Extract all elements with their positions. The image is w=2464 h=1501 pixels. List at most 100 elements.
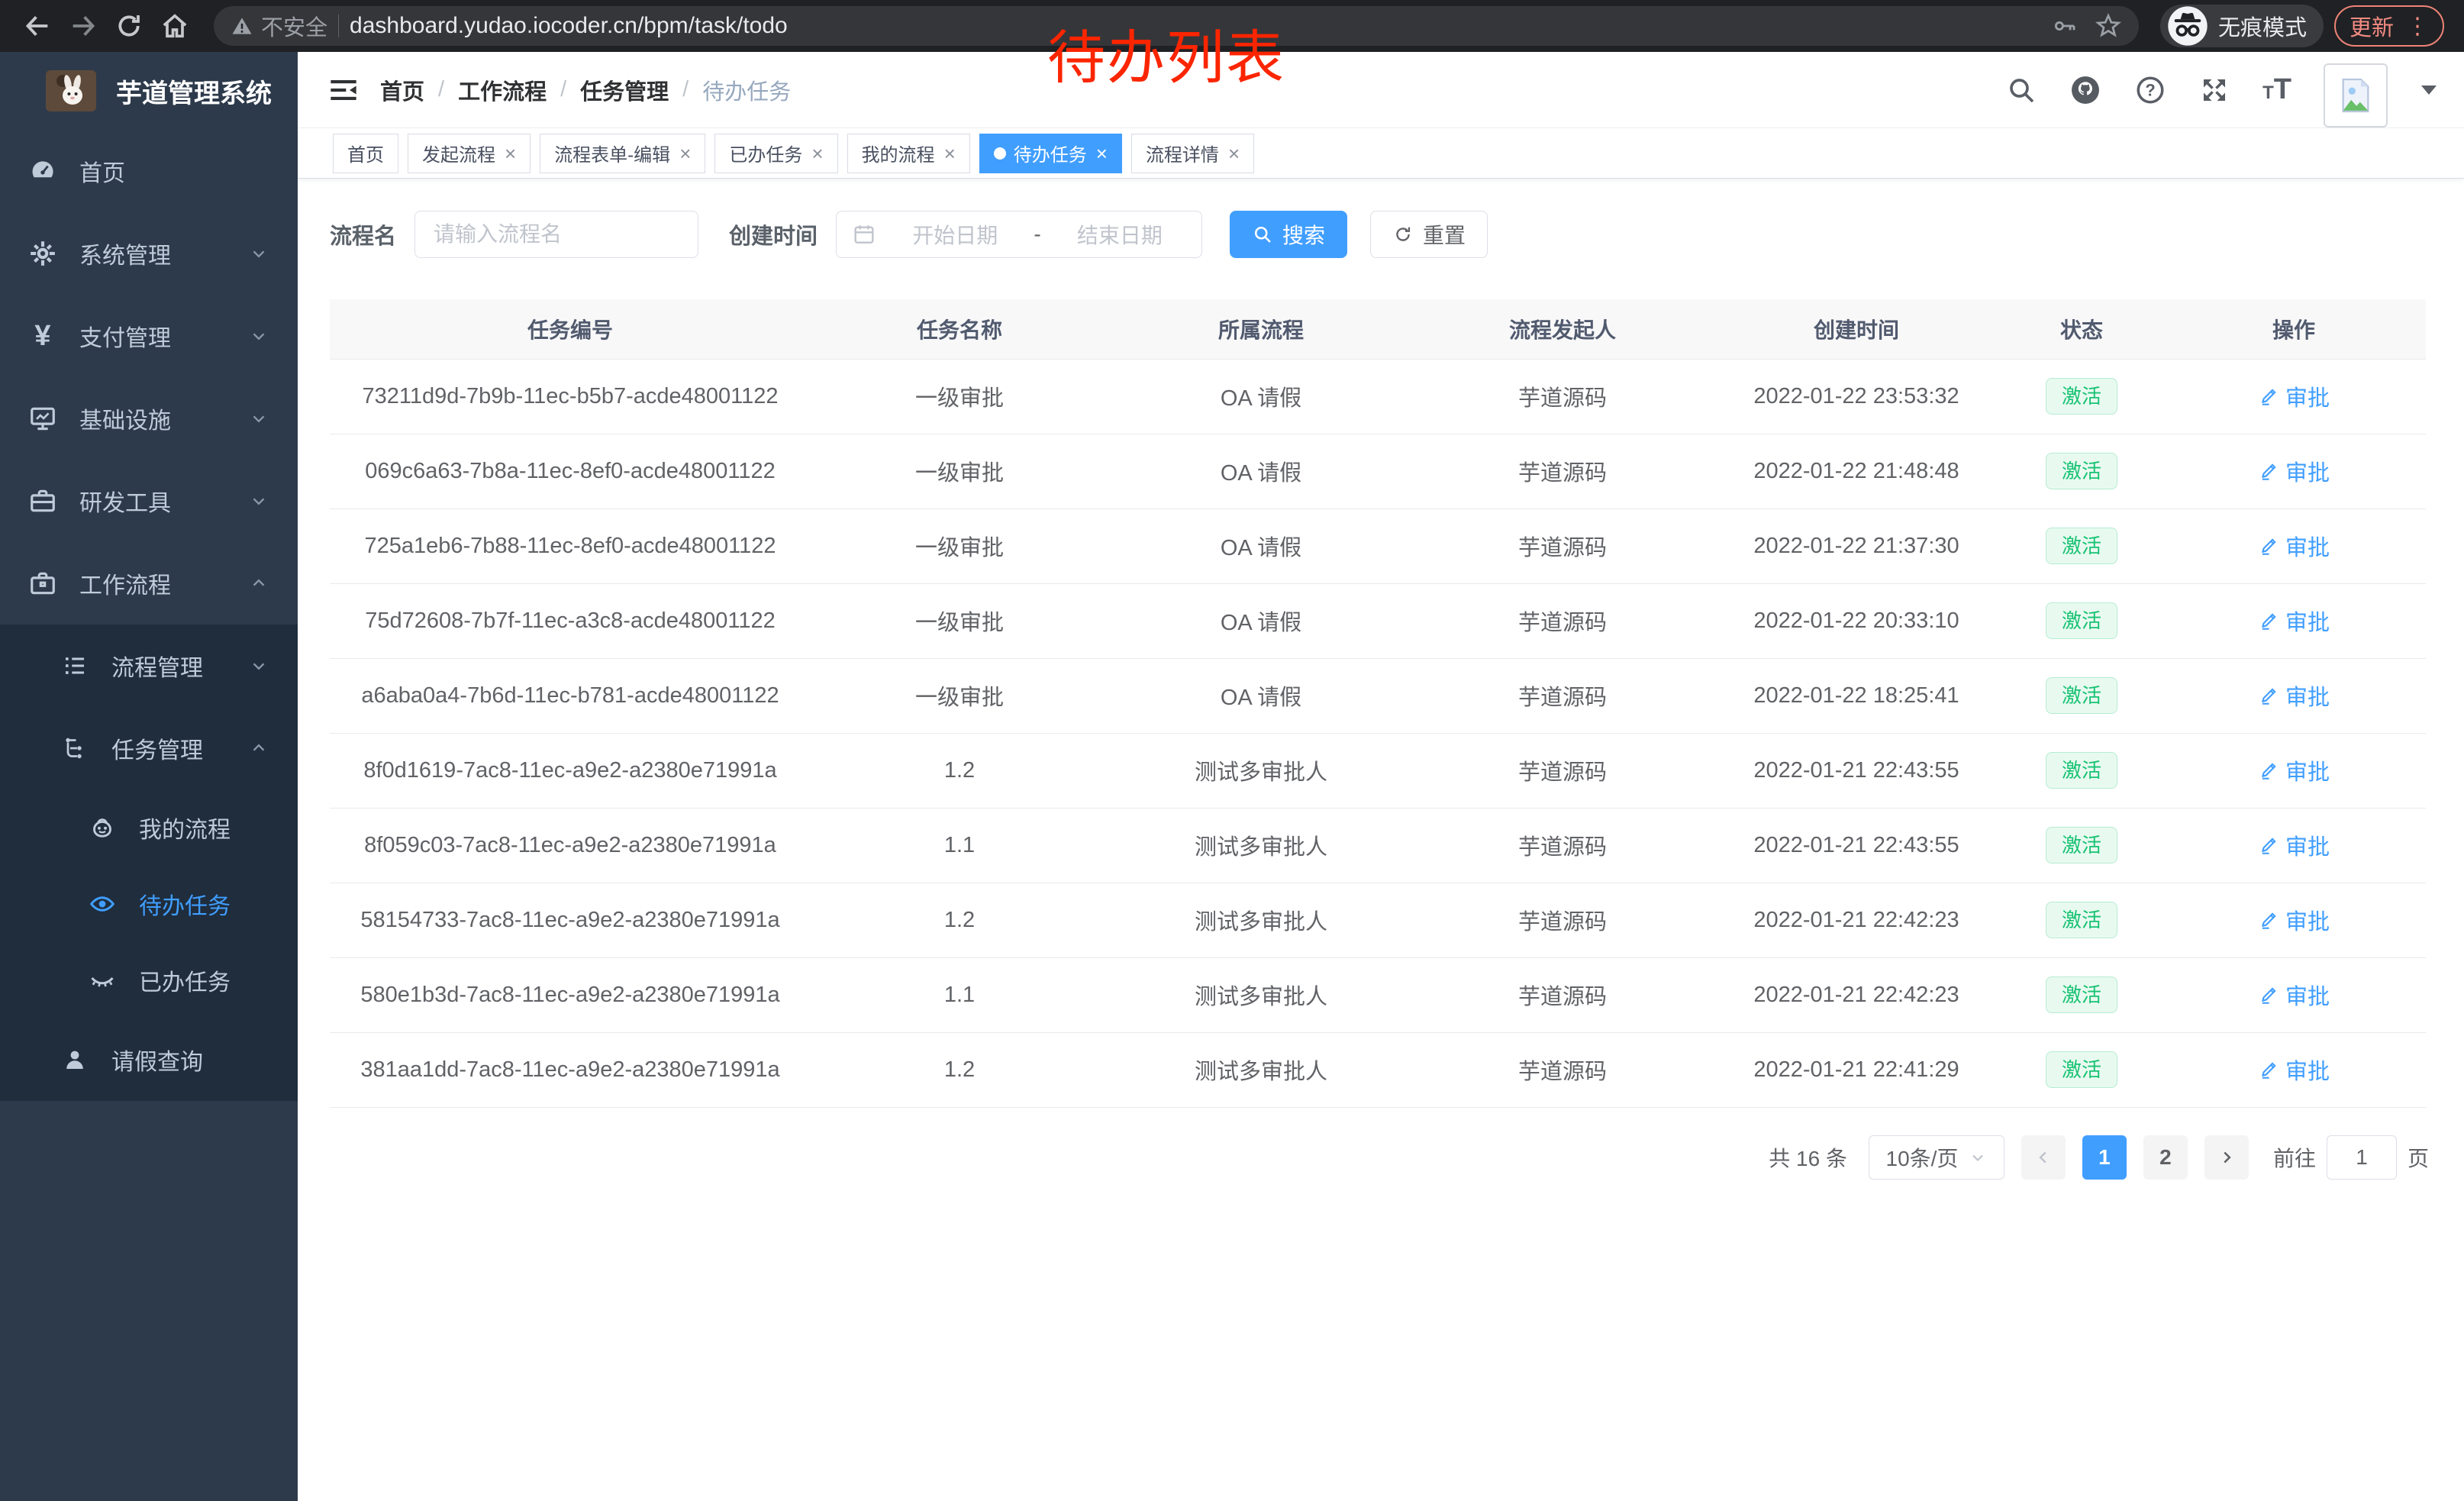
tab-process-form-edit[interactable]: 流程表单-编辑× — [540, 134, 705, 173]
bookmark-star-icon[interactable] — [2095, 12, 2122, 40]
date-range-picker[interactable]: 开始日期 - 结束日期 — [836, 211, 1202, 258]
avatar-dropdown-caret[interactable] — [2421, 86, 2437, 95]
cell-create-time: 2022-01-21 22:42:23 — [1711, 883, 2001, 957]
browser-home-icon[interactable] — [157, 8, 192, 44]
avatar[interactable] — [2324, 63, 2388, 128]
update-label[interactable]: 更新 — [2350, 10, 2394, 42]
table-row: 8f059c03-7ac8-11ec-a9e2-a2380e71991a 1.1… — [330, 808, 2426, 883]
browser-menu-icon[interactable]: ⋮ — [2406, 13, 2429, 40]
breadcrumb-home[interactable]: 首页 — [380, 74, 424, 106]
status-badge: 激活 — [2046, 752, 2117, 789]
cell-create-time: 2022-01-21 22:43:55 — [1711, 808, 2001, 883]
sidebar-item-leave-query[interactable]: 请假查询 — [0, 1018, 298, 1101]
page-button-2[interactable]: 2 — [2143, 1135, 2188, 1180]
sidebar-item-process-management[interactable]: 流程管理 — [0, 625, 298, 707]
close-icon[interactable]: × — [1096, 144, 1108, 163]
end-date-placeholder[interactable]: 结束日期 — [1053, 219, 1186, 250]
browser-reload-icon[interactable] — [111, 8, 147, 44]
tab-process-detail[interactable]: 流程详情× — [1131, 134, 1254, 173]
gear-icon — [27, 239, 58, 268]
search-button[interactable]: 搜索 — [1230, 211, 1347, 258]
tab-todo-tasks[interactable]: 待办任务× — [979, 134, 1122, 173]
help-icon[interactable]: ? — [2134, 74, 2166, 106]
incognito-badge: 无痕模式 — [2160, 5, 2324, 47]
sidebar-item-dev-tools[interactable]: 研发工具 — [0, 460, 298, 542]
approve-button[interactable]: 审批 — [2258, 1054, 2330, 1086]
sidebar-item-label: 研发工具 — [79, 484, 171, 518]
goto-page-input[interactable] — [2327, 1135, 2397, 1180]
sidebar-item-label: 我的流程 — [139, 811, 231, 844]
briefcase-icon — [27, 569, 58, 598]
sidebar-collapse-icon[interactable] — [328, 75, 359, 105]
process-name-field[interactable] — [414, 211, 698, 258]
approve-button[interactable]: 审批 — [2258, 754, 2330, 786]
sidebar-item-home[interactable]: 首页 — [0, 130, 298, 212]
status-badge: 激活 — [2046, 976, 2117, 1013]
col-status: 状态 — [2001, 299, 2162, 359]
url-text[interactable]: dashboard.yudao.iocoder.cn/bpm/task/todo — [350, 13, 2041, 39]
approve-button[interactable]: 审批 — [2258, 679, 2330, 712]
tab-start-process[interactable]: 发起流程× — [408, 134, 531, 173]
dashboard-icon — [27, 157, 58, 186]
sidebar-item-todo-tasks[interactable]: 待办任务 — [0, 866, 298, 942]
approve-button[interactable]: 审批 — [2258, 455, 2330, 487]
close-icon[interactable]: × — [679, 144, 691, 163]
tab-home[interactable]: 首页 — [333, 134, 398, 173]
cell-task-id: 381aa1dd-7ac8-11ec-a9e2-a2380e71991a — [330, 1032, 811, 1107]
key-icon[interactable] — [2052, 13, 2078, 39]
sidebar-item-task-management[interactable]: 任务管理 — [0, 707, 298, 789]
process-name-input[interactable] — [434, 222, 679, 247]
font-size-icon[interactable]: TT — [2262, 73, 2291, 106]
tab-done-tasks[interactable]: 已办任务× — [714, 134, 837, 173]
col-process: 所属流程 — [1108, 299, 1414, 359]
sidebar-item-label: 基础设施 — [79, 402, 171, 435]
start-date-placeholder[interactable]: 开始日期 — [889, 219, 1021, 250]
github-icon[interactable] — [2069, 73, 2102, 107]
pencil-icon — [2258, 535, 2279, 557]
security-warning[interactable]: 不安全 — [231, 10, 327, 42]
next-page-button[interactable] — [2204, 1135, 2249, 1180]
sidebar-item-payment-management[interactable]: ¥ 支付管理 — [0, 295, 298, 377]
breadcrumb-workflow[interactable]: 工作流程 — [458, 74, 547, 106]
fullscreen-icon[interactable] — [2198, 74, 2230, 106]
page-button-1[interactable]: 1 — [2082, 1135, 2127, 1180]
create-time-label: 创建时间 — [729, 218, 818, 250]
prev-page-button[interactable] — [2021, 1135, 2066, 1180]
process-name-label: 流程名 — [330, 218, 396, 250]
sidebar-item-label: 流程管理 — [111, 649, 203, 683]
close-icon[interactable]: × — [944, 144, 956, 163]
browser-update-button[interactable]: 更新 ⋮ — [2334, 5, 2444, 47]
sidebar-item-done-tasks[interactable]: 已办任务 — [0, 942, 298, 1018]
cell-actions: 审批 — [2162, 583, 2426, 658]
approve-button[interactable]: 审批 — [2258, 904, 2330, 936]
reset-button[interactable]: 重置 — [1370, 211, 1488, 258]
search-icon[interactable] — [2006, 75, 2037, 105]
sidebar-item-label: 首页 — [79, 154, 125, 188]
cell-status: 激活 — [2001, 957, 2162, 1032]
approve-button[interactable]: 审批 — [2258, 380, 2330, 412]
table-row: 73211d9d-7b9b-11ec-b5b7-acde48001122 一级审… — [330, 359, 2426, 434]
incognito-label: 无痕模式 — [2218, 10, 2307, 42]
close-icon[interactable]: × — [811, 144, 823, 163]
sidebar-item-my-process[interactable]: 我的流程 — [0, 789, 298, 866]
browser-forward-icon[interactable] — [66, 8, 101, 44]
sidebar-item-infrastructure[interactable]: 基础设施 — [0, 377, 298, 460]
url-bar[interactable]: 不安全 dashboard.yudao.iocoder.cn/bpm/task/… — [214, 6, 2139, 46]
close-icon[interactable]: × — [1228, 144, 1240, 163]
pencil-icon — [2258, 386, 2279, 407]
sidebar-item-workflow[interactable]: 工作流程 — [0, 542, 298, 625]
approve-button[interactable]: 审批 — [2258, 979, 2330, 1011]
approve-button[interactable]: 审批 — [2258, 605, 2330, 637]
sidebar-item-system-management[interactable]: 系统管理 — [0, 212, 298, 295]
browser-back-icon[interactable] — [20, 8, 55, 44]
close-icon[interactable]: × — [505, 144, 516, 163]
approve-button[interactable]: 审批 — [2258, 829, 2330, 861]
page-size-select[interactable]: 10条/页 — [1869, 1135, 2004, 1180]
breadcrumb-separator: / — [438, 77, 444, 102]
breadcrumb-task-management[interactable]: 任务管理 — [580, 74, 669, 106]
cell-starter: 芋道源码 — [1414, 1032, 1711, 1107]
approve-button[interactable]: 审批 — [2258, 530, 2330, 562]
tab-my-process[interactable]: 我的流程× — [847, 134, 970, 173]
app-logo-row[interactable]: 芋道管理系统 — [0, 52, 298, 130]
pagination-total: 共 16 条 — [1769, 1142, 1847, 1173]
